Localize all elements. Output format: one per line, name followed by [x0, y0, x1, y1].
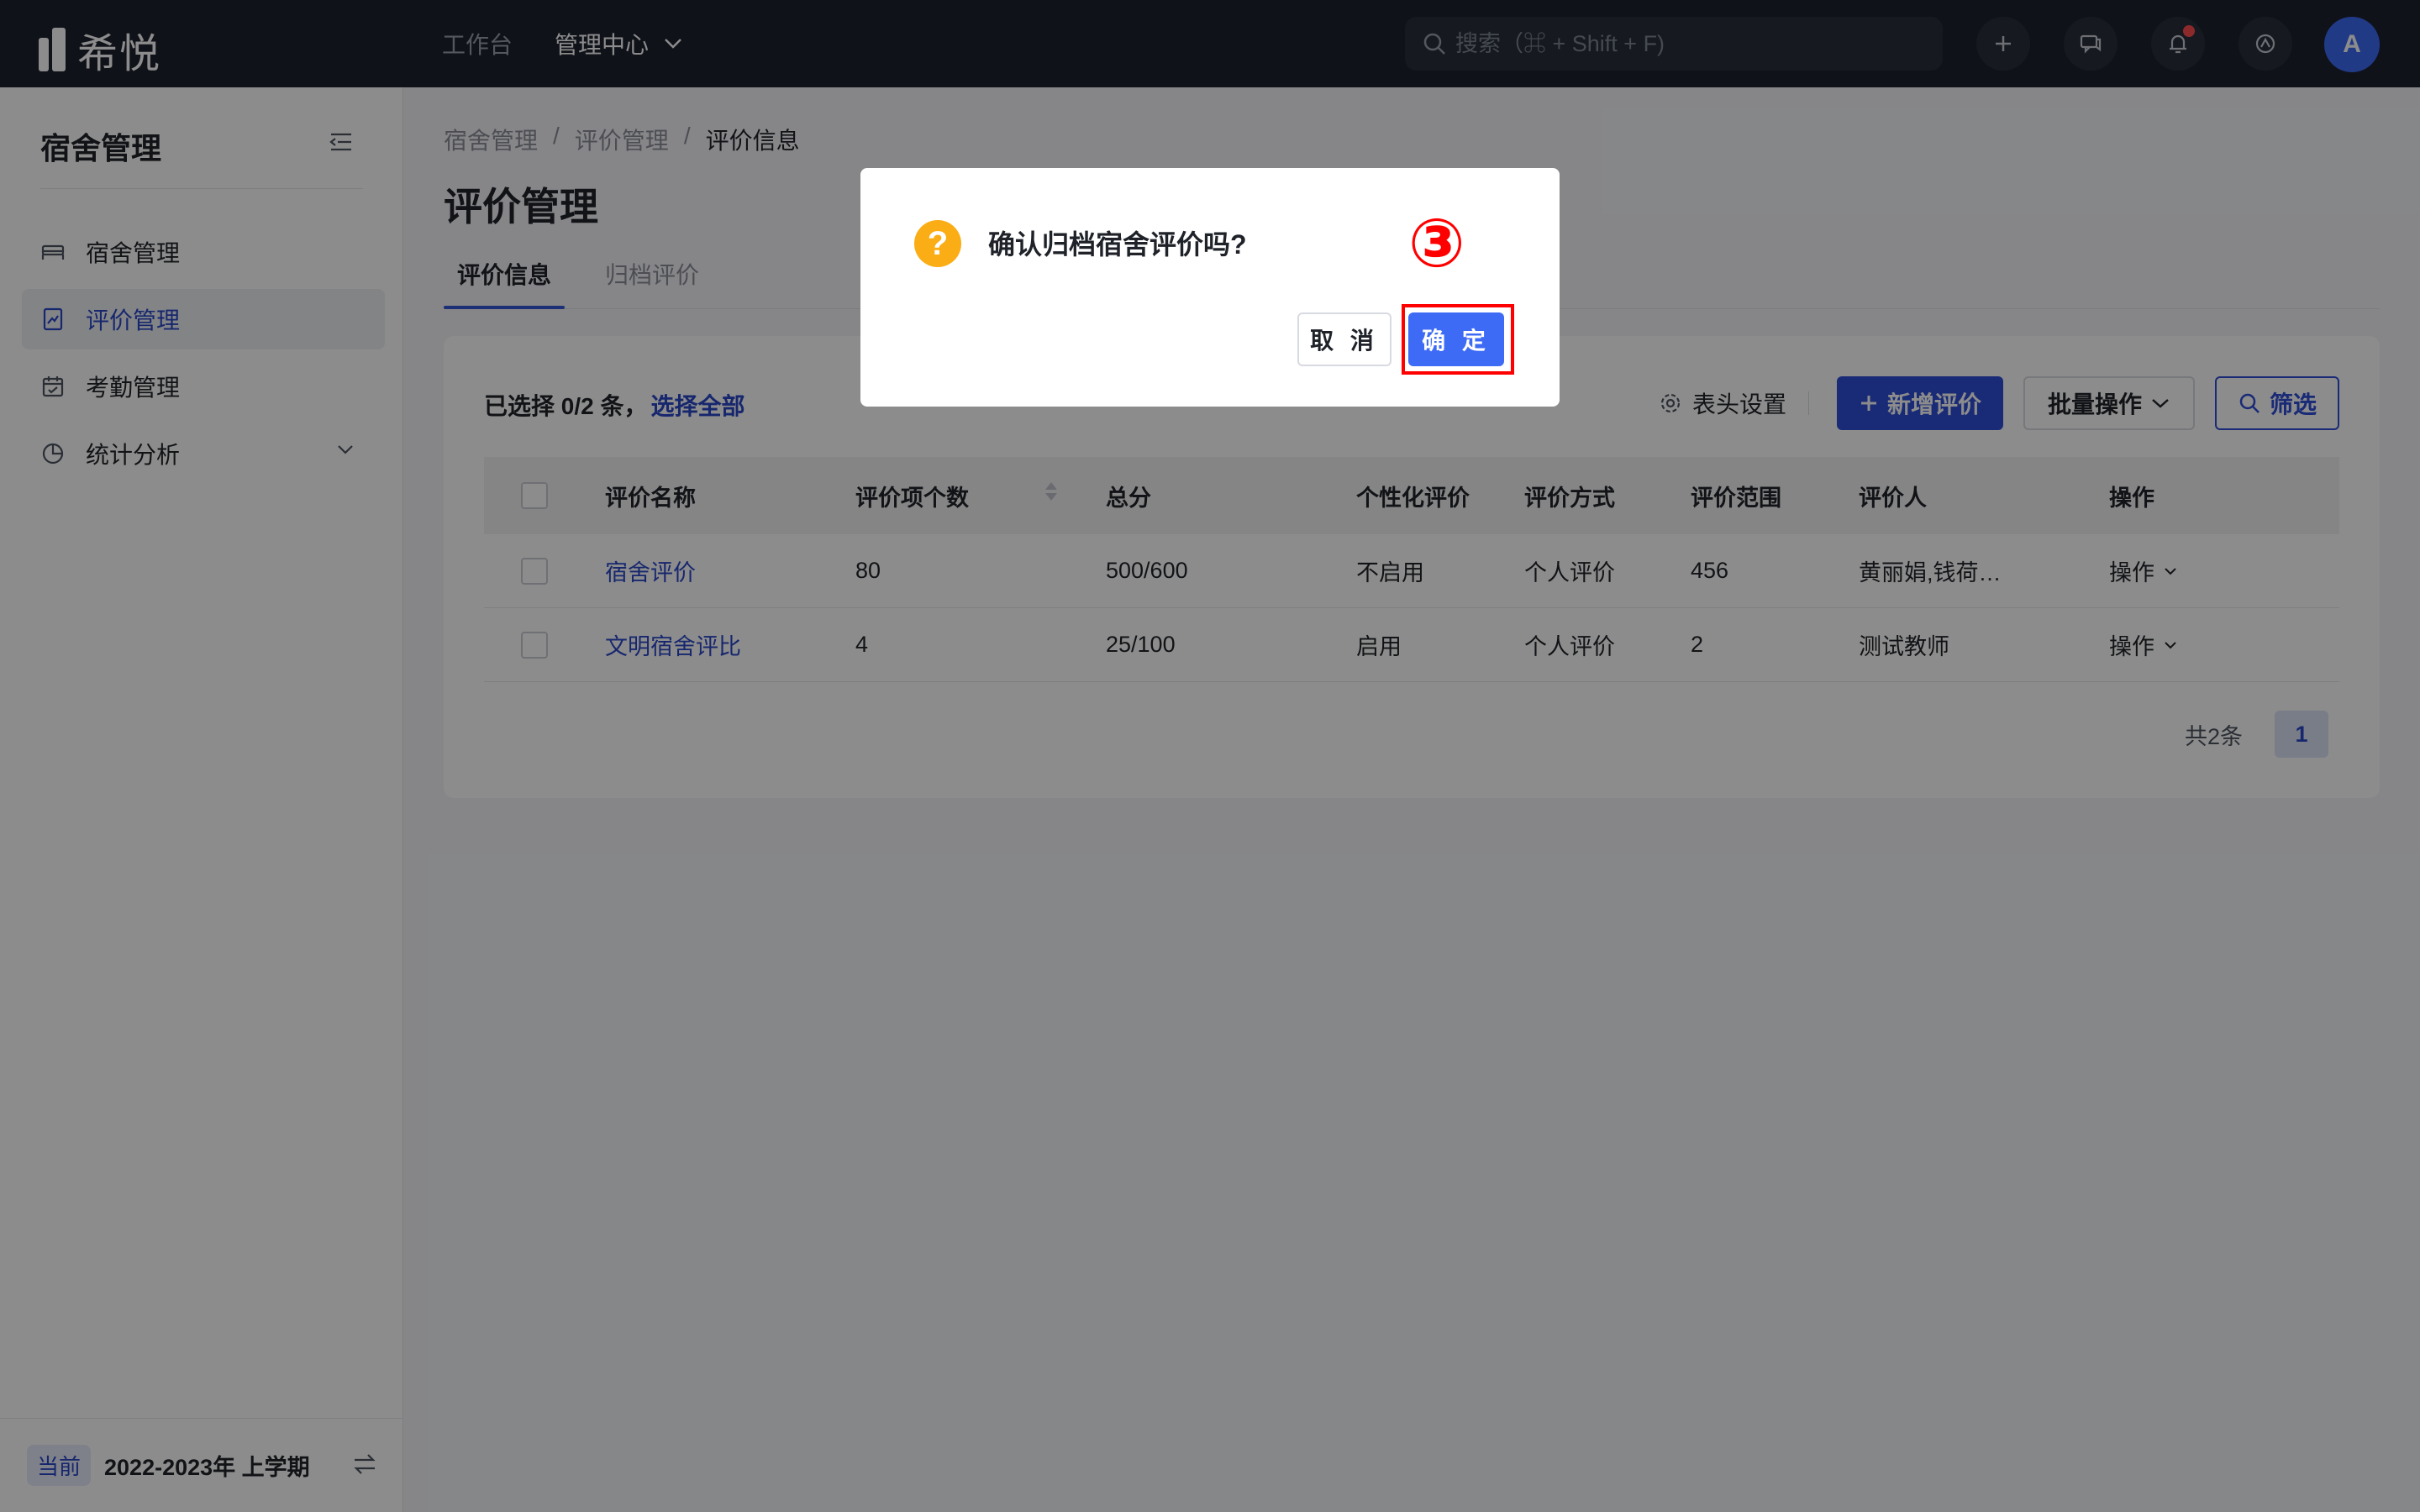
- confirm-archive-dialog: ? 确认归档宿舍评价吗? ③ 取 消 确 定: [860, 168, 1560, 407]
- cancel-button[interactable]: 取 消: [1297, 312, 1392, 366]
- confirm-message: 确认归档宿舍评价吗?: [988, 229, 1247, 260]
- question-icon: ?: [914, 220, 961, 267]
- step-marker-annotation: ③: [1408, 206, 1465, 281]
- highlight-box-annotation: [1402, 304, 1514, 375]
